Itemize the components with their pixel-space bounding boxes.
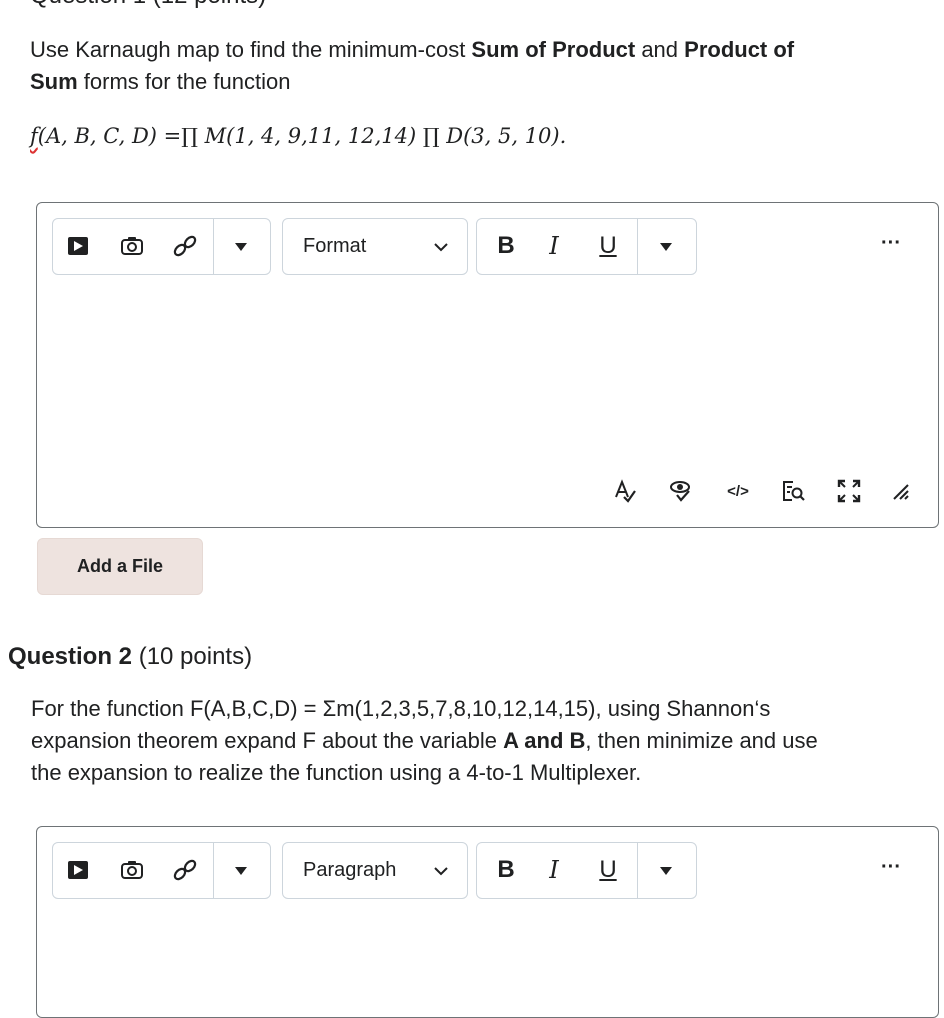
format-select[interactable]: Format [282,218,468,275]
question-2-text: For the function F(A,B,C,D) = Σm(1,2,3,5… [31,693,941,789]
chevron-down-icon [433,863,449,879]
q1-text-part: and [635,37,685,62]
format-select-label: Format [303,235,367,257]
italic-button[interactable]: I [539,855,569,885]
q1-text-bold: Sum of Product [471,37,636,62]
answer-editor-1[interactable]: Format B I U ··· </> [36,202,939,528]
more-actions-button[interactable]: ··· [871,231,911,255]
source-code-icon[interactable]: </> [723,480,753,502]
fullscreen-icon[interactable] [836,478,862,504]
insert-more-dropdown-icon[interactable] [228,237,254,257]
add-file-button[interactable]: Add a File [37,538,203,595]
insert-image-icon[interactable] [119,859,145,881]
bold-button[interactable]: B [491,231,521,261]
italic-button[interactable]: I [539,231,569,261]
find-replace-icon[interactable] [780,478,806,504]
chevron-down-icon [433,239,449,255]
insert-video-icon[interactable] [65,235,91,257]
q2-text-part: expansion theorem expand F about the var… [31,728,504,753]
underline-button[interactable]: U [593,231,623,261]
preview-icon[interactable] [668,478,694,504]
insert-link-icon[interactable] [171,857,199,883]
text-style-dropdown-icon[interactable] [653,237,679,257]
q1-text-bold: Sum [30,69,78,94]
text-style-group: B I U [476,218,697,275]
q1-text-part: Use Karnaugh map to find the minimum-cos… [30,37,472,62]
underline-button[interactable]: U [593,855,623,885]
paragraph-select[interactable]: Paragraph [282,842,468,899]
text-style-dropdown-icon[interactable] [653,861,679,881]
question-1-text: Use Karnaugh map to find the minimum-cos… [30,34,930,98]
text-style-group: B I U [476,842,697,899]
question-2-label: Question 2 [8,643,133,670]
formula-expression: (A, B, C, D) =∏ M(1, 4, 9,11, 12,14) ∏ D… [37,124,567,148]
q2-text-part: For the function F(A,B,C,D) = Σm(1,2,3,5… [31,696,771,721]
question-2-points: (10 points) [138,643,253,670]
question-1-title: Question 1 (12 points) [30,0,266,10]
insert-tools-group [52,218,271,275]
question-1-formula: f(A, B, C, D) =∏ M(1, 4, 9,11, 12,14) ∏ … [30,124,566,148]
resize-handle-icon[interactable] [889,480,911,502]
q1-text-part: forms for the function [77,69,291,94]
insert-link-icon[interactable] [171,233,199,259]
insert-video-icon[interactable] [65,859,91,881]
question-2-title: Question 2 (10 points) [8,643,252,671]
q2-text-bold: A and B [503,728,586,753]
insert-tools-group [52,842,271,899]
question-1-label: Question 1 [30,0,146,9]
formula-function-name: f [30,124,38,148]
accessibility-checker-icon[interactable] [611,478,637,504]
question-1-points: (12 points) [153,0,266,9]
q2-text-part: , then minimize and use [585,728,818,753]
q2-text-part: the expansion to realize the function us… [31,760,642,785]
insert-more-dropdown-icon[interactable] [228,861,254,881]
more-actions-button[interactable]: ··· [871,855,911,879]
answer-editor-2[interactable]: Paragraph B I U ··· [36,826,939,1018]
q1-text-bold: Product of [684,37,795,62]
insert-image-icon[interactable] [119,235,145,257]
paragraph-select-label: Paragraph [303,859,397,881]
bold-button[interactable]: B [491,855,521,885]
